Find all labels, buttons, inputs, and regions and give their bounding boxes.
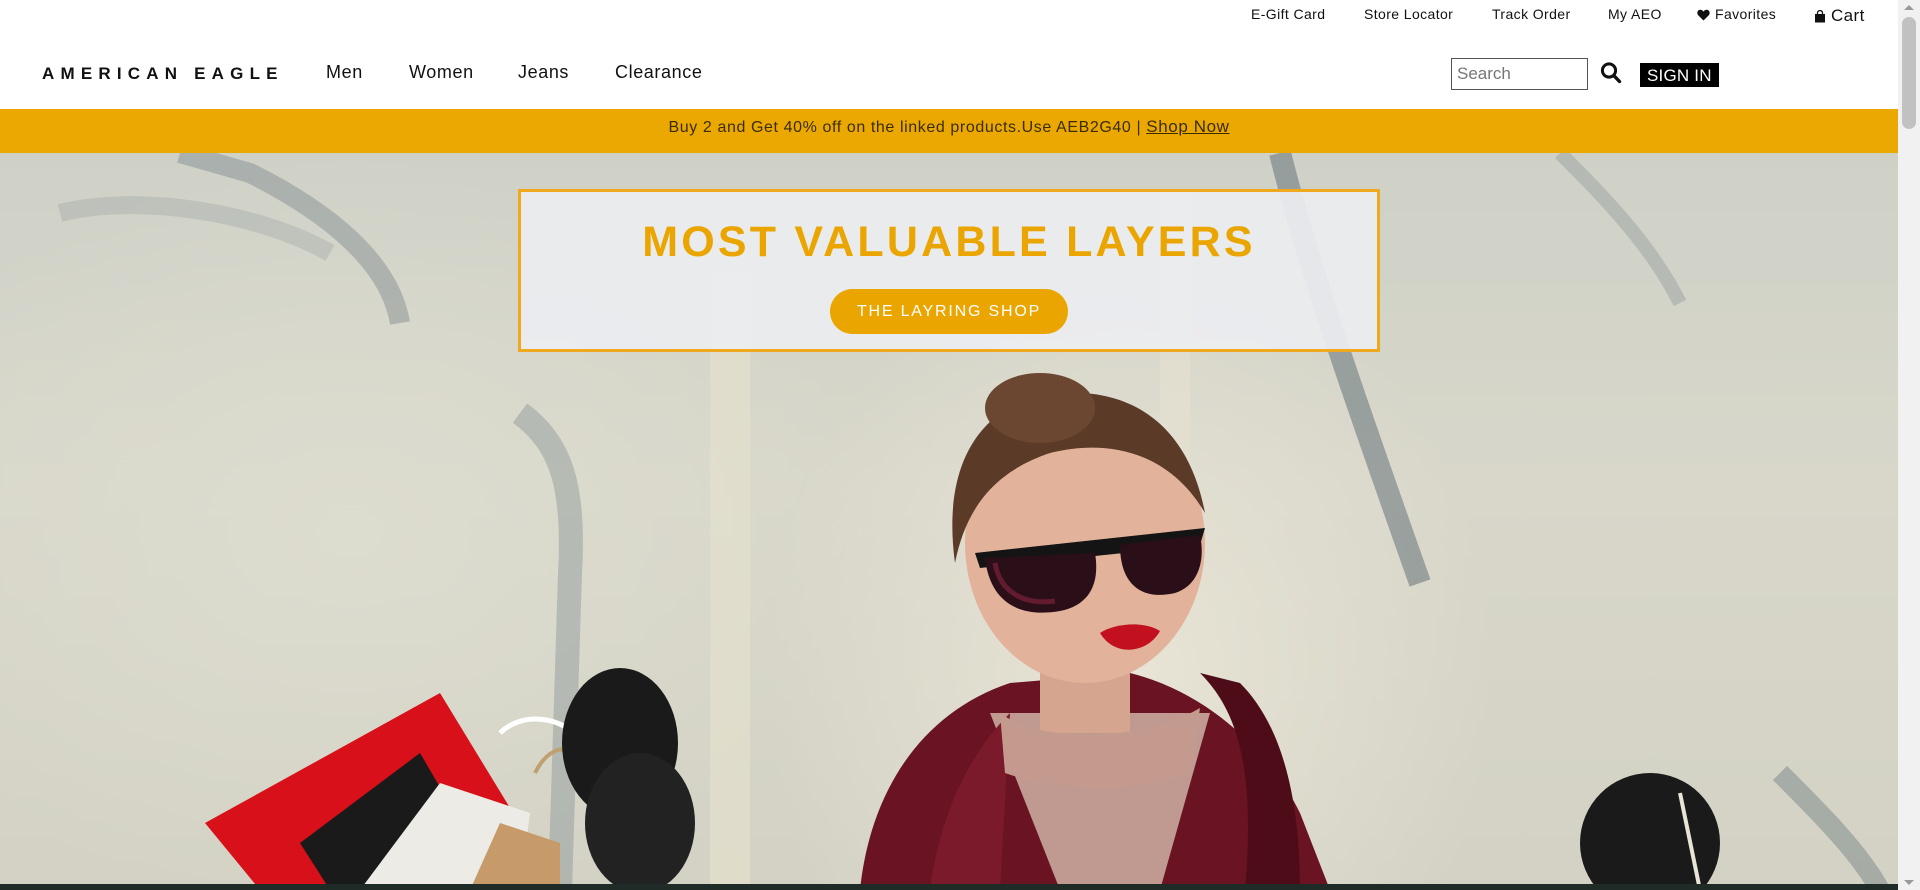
main-header: AMERICAN EAGLE Men Women Jeans Clearance… [0, 30, 1898, 109]
shopping-bag-icon [1814, 8, 1826, 28]
hero-title: MOST VALUABLE LAYERS [642, 218, 1256, 266]
search-input[interactable] [1451, 58, 1588, 90]
page-scrollbar[interactable] [1898, 0, 1920, 890]
nav-men[interactable]: Men [326, 62, 363, 83]
promo-banner: Buy 2 and Get 40% off on the linked prod… [0, 109, 1898, 153]
scroll-thumb[interactable] [1902, 17, 1916, 129]
heart-icon [1697, 8, 1710, 24]
my-aeo-link[interactable]: My AEO [1608, 6, 1662, 22]
nav-women[interactable]: Women [409, 62, 474, 83]
store-locator-link[interactable]: Store Locator [1364, 6, 1453, 22]
scroll-up-arrow-icon[interactable] [1904, 5, 1914, 10]
page: E-Gift Card Store Locator Track Order My… [0, 0, 1920, 890]
cart-link[interactable]: Cart [1814, 6, 1865, 28]
promo-text: Buy 2 and Get 40% off on the linked prod… [668, 119, 1142, 136]
hero-banner: MOST VALUABLE LAYERS THE LAYRING SHOP [518, 189, 1380, 352]
search-button[interactable] [1600, 61, 1624, 87]
scroll-down-arrow-icon[interactable] [1904, 880, 1914, 885]
shop-now-link[interactable]: Shop Now [1146, 117, 1229, 136]
favorites-label: Favorites [1715, 6, 1777, 22]
egift-card-link[interactable]: E-Gift Card [1251, 6, 1325, 22]
layering-shop-button[interactable]: THE LAYRING SHOP [830, 289, 1068, 334]
track-order-link[interactable]: Track Order [1492, 6, 1571, 22]
hero-section: MOST VALUABLE LAYERS THE LAYRING SHOP [0, 153, 1898, 890]
bottom-edge [0, 884, 1898, 890]
sign-in-button[interactable]: SIGN IN [1640, 63, 1719, 87]
favorites-link[interactable]: Favorites [1697, 6, 1776, 24]
brand-logo[interactable]: AMERICAN EAGLE [42, 64, 284, 84]
search-icon [1600, 62, 1622, 84]
cart-label: Cart [1831, 6, 1865, 25]
utility-bar: E-Gift Card Store Locator Track Order My… [0, 0, 1898, 30]
nav-clearance[interactable]: Clearance [615, 62, 702, 83]
nav-jeans[interactable]: Jeans [518, 62, 569, 83]
